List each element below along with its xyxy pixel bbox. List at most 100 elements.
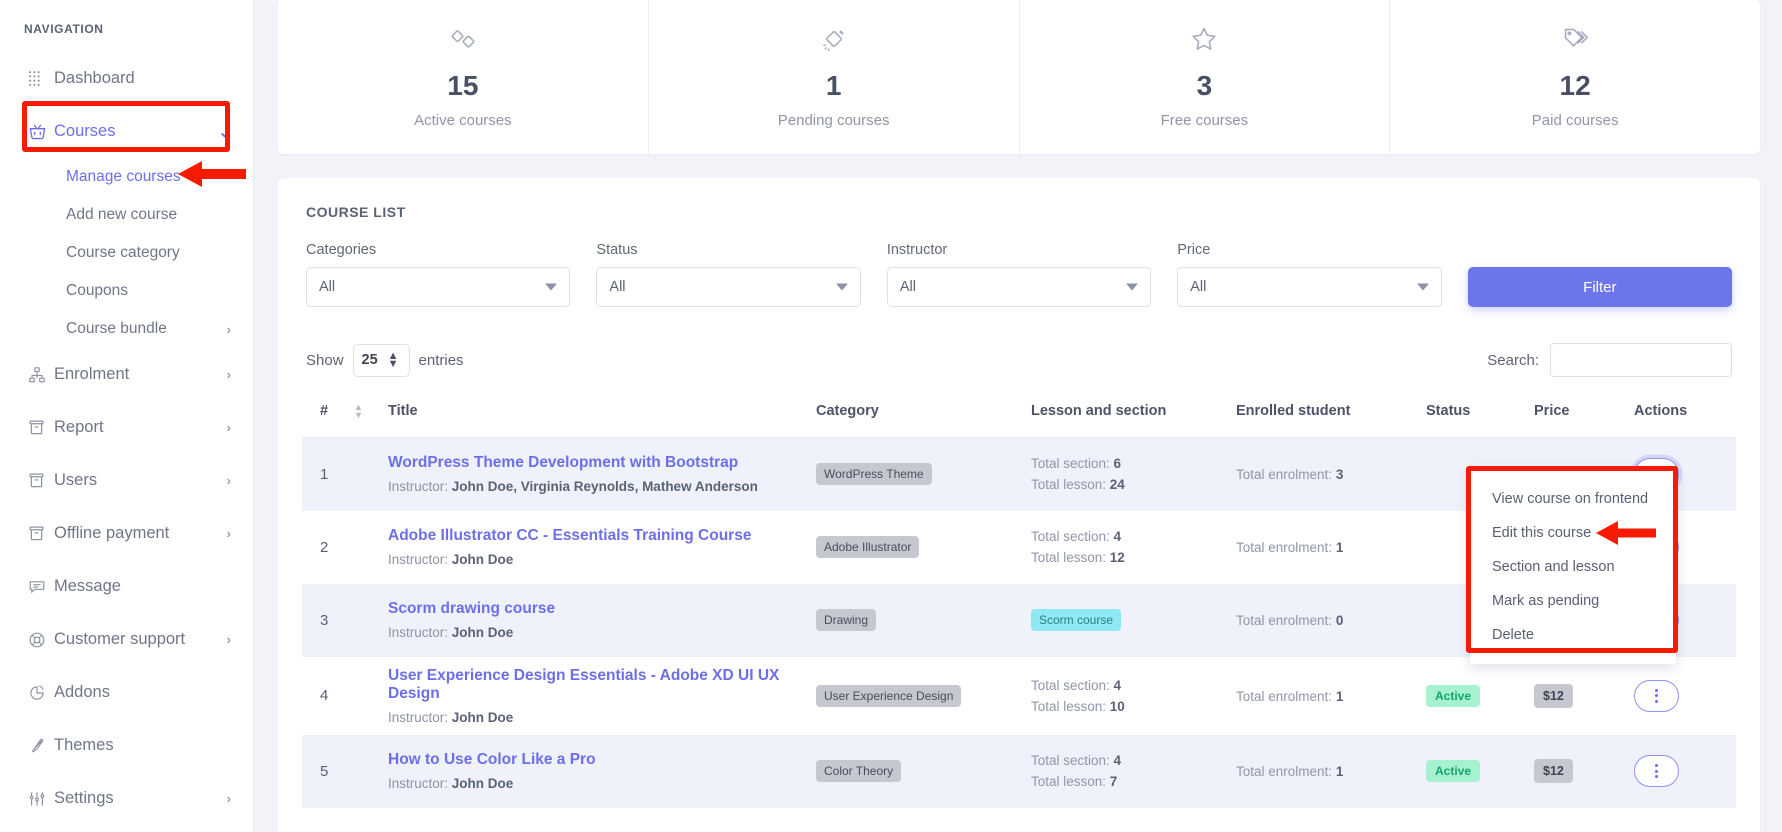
sidebar-subitem-course-bundle[interactable]: Course bundle › xyxy=(0,310,253,348)
filter-label-categories: Categories xyxy=(306,242,570,258)
sidebar-item-label: Dashboard xyxy=(54,69,231,88)
category-badge: Color Theory xyxy=(816,760,901,782)
tags-icon xyxy=(1560,24,1590,59)
row-price-cell: $12 xyxy=(1526,735,1626,808)
row-enrolled-cell: Total enrolment: 0 xyxy=(1228,584,1418,657)
entries-select[interactable]: 25 ▲▼ xyxy=(353,344,410,377)
total-section: Total section: 4 xyxy=(1031,678,1220,693)
row-category-cell: Color Theory xyxy=(808,735,1023,808)
sidebar-item-label: Addons xyxy=(54,683,231,702)
stat-label: Free courses xyxy=(1161,112,1249,129)
panel-title: COURSE LIST xyxy=(302,204,1736,242)
filter-label-price: Price xyxy=(1177,242,1441,258)
table-row: 5 How to Use Color Like a Pro Instructor… xyxy=(302,735,1736,808)
chevron-right-icon: › xyxy=(227,473,231,488)
row-title-cell: Scorm drawing course Instructor: John Do… xyxy=(380,584,808,657)
price-badge: $12 xyxy=(1534,684,1573,708)
stat-label: Active courses xyxy=(414,112,512,129)
comment-icon xyxy=(28,578,54,596)
course-title-link[interactable]: Scorm drawing course xyxy=(388,600,800,618)
diamonds-link-icon xyxy=(448,24,478,59)
row-number: 3 xyxy=(302,584,346,657)
sidebar: NAVIGATION Dashboard xyxy=(0,0,254,832)
stepper-icon: ▲▼ xyxy=(388,353,399,367)
price-select[interactable]: All xyxy=(1177,267,1441,307)
chevron-down-icon: ⌄ xyxy=(218,123,231,141)
sidebar-item-dashboard[interactable]: Dashboard xyxy=(0,52,253,105)
course-title-link[interactable]: WordPress Theme Development with Bootstr… xyxy=(388,454,800,472)
pie-chart-icon xyxy=(28,684,54,702)
sidebar-item-label: Customer support xyxy=(54,630,227,649)
course-title-link[interactable]: How to Use Color Like a Pro xyxy=(388,751,800,769)
sidebar-item-courses[interactable]: Courses ⌄ xyxy=(0,105,253,158)
stat-label: Paid courses xyxy=(1532,112,1619,129)
filter-button[interactable]: Filter xyxy=(1468,267,1732,307)
sidebar-item-offline-payment[interactable]: Offline payment › xyxy=(0,507,253,560)
lifebuoy-icon xyxy=(28,631,54,649)
sidebar-item-themes[interactable]: Themes xyxy=(0,719,253,772)
instructor-select[interactable]: All xyxy=(887,267,1151,307)
sidebar-subitem-coupons[interactable]: Coupons xyxy=(0,272,253,310)
sidebar-subitem-course-category[interactable]: Course category xyxy=(0,234,253,272)
menu-item-section-and-lesson[interactable]: Section and lesson xyxy=(1470,550,1676,584)
categories-select[interactable]: All xyxy=(306,267,570,307)
row-sort-cell xyxy=(346,735,380,808)
search-input[interactable] xyxy=(1550,343,1732,377)
sidebar-item-report[interactable]: Report › xyxy=(0,401,253,454)
row-actions-button[interactable] xyxy=(1634,755,1679,787)
filter-group-instructor: Instructor All xyxy=(887,242,1151,307)
chevron-down-icon xyxy=(836,284,848,291)
row-status-cell: Active xyxy=(1418,735,1526,808)
row-lesson-section-cell: Scorm course xyxy=(1023,584,1228,657)
row-number: 1 xyxy=(302,438,346,511)
chevron-down-icon xyxy=(1126,284,1138,291)
status-select[interactable]: All xyxy=(596,267,860,307)
menu-item-view-course-on-frontend[interactable]: View course on frontend xyxy=(1470,482,1676,516)
sidebar-item-message[interactable]: Message xyxy=(0,560,253,613)
table-header-row: # ▲▼ Title Category Lesson and section E… xyxy=(302,393,1736,438)
brush-icon xyxy=(28,737,54,755)
sidebar-item-addons[interactable]: Addons xyxy=(0,666,253,719)
sidebar-item-customer-support[interactable]: Customer support › xyxy=(0,613,253,666)
row-number: 4 xyxy=(302,657,346,735)
column-header-price: Price xyxy=(1526,393,1626,438)
row-enrolled-cell: Total enrolment: 1 xyxy=(1228,735,1418,808)
row-sort-cell xyxy=(346,511,380,584)
sidebar-subitem-manage-courses[interactable]: Manage courses xyxy=(0,158,253,196)
chevron-right-icon: › xyxy=(227,526,231,541)
sidebar-item-users[interactable]: Users › xyxy=(0,454,253,507)
total-section: Total section: 4 xyxy=(1031,753,1220,768)
row-lesson-section-cell: Total section: 4 Total lesson: 7 xyxy=(1023,735,1228,808)
row-title-cell: How to Use Color Like a Pro Instructor: … xyxy=(380,735,808,808)
category-badge: Drawing xyxy=(816,609,876,631)
star-icon xyxy=(1189,24,1219,59)
nav-heading: NAVIGATION xyxy=(0,10,253,52)
row-actions-button[interactable] xyxy=(1634,680,1679,712)
menu-item-edit-this-course[interactable]: Edit this course xyxy=(1470,516,1676,550)
sidebar-subitem-label: Coupons xyxy=(66,282,231,300)
chevron-down-icon xyxy=(545,284,557,291)
total-section: Total section: 4 xyxy=(1031,529,1220,544)
status-select-value: All xyxy=(609,279,625,295)
chevron-down-icon xyxy=(1417,284,1429,291)
row-enrolled-cell: Total enrolment: 1 xyxy=(1228,511,1418,584)
menu-item-mark-as-pending[interactable]: Mark as pending xyxy=(1470,584,1676,618)
chevron-right-icon: › xyxy=(227,367,231,382)
filter-group-status: Status All xyxy=(596,242,860,307)
menu-item-delete[interactable]: Delete xyxy=(1470,618,1676,652)
column-header-title: Title xyxy=(380,393,808,438)
stat-card-free-courses: 3 Free courses xyxy=(1020,0,1391,154)
show-entries-control: Show 25 ▲▼ entries xyxy=(306,344,464,377)
filter-group-categories: Categories All xyxy=(306,242,570,307)
course-title-link[interactable]: User Experience Design Essentials - Adob… xyxy=(388,667,800,703)
chevron-right-icon: › xyxy=(227,632,231,647)
sidebar-item-enrolment[interactable]: Enrolment › xyxy=(0,348,253,401)
column-header-sort[interactable]: ▲▼ xyxy=(346,393,380,438)
archive-icon xyxy=(28,525,54,542)
sidebar-item-settings[interactable]: Settings › xyxy=(0,772,253,825)
row-status-cell: Active xyxy=(1418,657,1526,735)
sidebar-subitem-add-new-course[interactable]: Add new course xyxy=(0,196,253,234)
stat-card-active-courses: 15 Active courses xyxy=(278,0,649,154)
course-title-link[interactable]: Adobe Illustrator CC - Essentials Traini… xyxy=(388,527,800,545)
row-actions-cell xyxy=(1626,657,1736,735)
